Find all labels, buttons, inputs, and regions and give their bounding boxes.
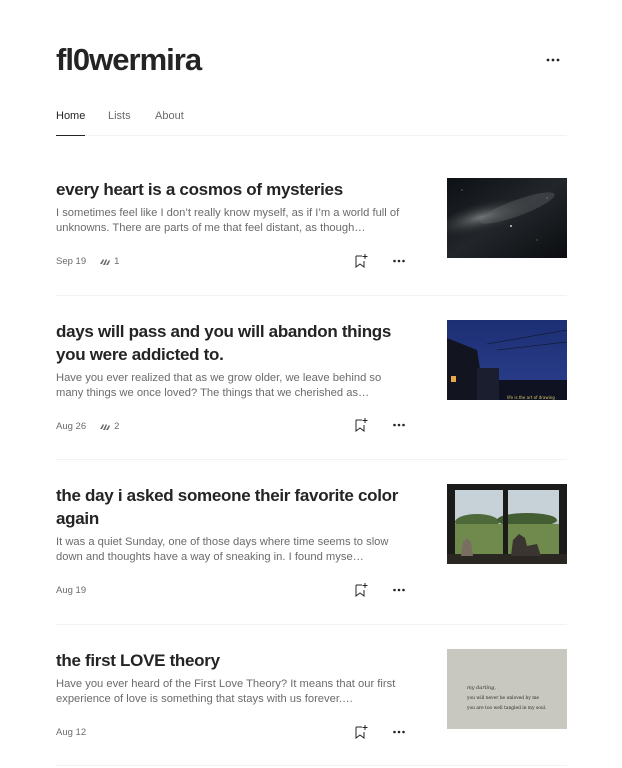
post-thumbnail-cats-at-window[interactable]	[447, 484, 567, 564]
note-line-1: my darling,	[467, 685, 496, 691]
clap-count: 2	[114, 420, 120, 432]
tab-home[interactable]: Home	[56, 110, 85, 122]
post-actions	[354, 417, 406, 433]
bookmark-add-icon[interactable]	[354, 417, 368, 433]
post-actions	[354, 253, 406, 269]
post-title[interactable]: every heart is a cosmos of mysteries	[56, 178, 416, 201]
post-actions	[354, 724, 406, 740]
post-date: Aug 12	[56, 726, 87, 738]
post-meta: Aug 26 2	[56, 419, 119, 433]
post-title[interactable]: the first LOVE theory	[56, 649, 416, 672]
clap-count: 1	[114, 255, 120, 267]
post-date: Sep 19	[56, 255, 87, 267]
post-item[interactable]: the first LOVE theory Have you ever hear…	[56, 625, 567, 766]
post-item[interactable]: the day i asked someone their favorite c…	[56, 460, 567, 625]
profile-tabs: Home Lists About	[56, 106, 567, 136]
post-excerpt[interactable]: Have you ever heard of the First Love Th…	[56, 677, 408, 707]
more-horizontal-icon[interactable]	[392, 583, 406, 597]
post-meta: Aug 19	[56, 583, 86, 597]
tab-about[interactable]: About	[155, 110, 184, 122]
clap-icon[interactable]	[98, 420, 111, 432]
post-excerpt[interactable]: It was a quiet Sunday, one of those days…	[56, 535, 408, 565]
more-horizontal-icon[interactable]	[546, 50, 560, 70]
post-item[interactable]: days will pass and you will abandon thin…	[56, 296, 567, 460]
post-title[interactable]: the day i asked someone their favorite c…	[56, 484, 416, 530]
active-tab-indicator	[56, 135, 85, 136]
clap-icon[interactable]	[98, 255, 111, 267]
note-line-2: you will never be unloved by me	[466, 696, 539, 701]
post-actions	[354, 582, 406, 598]
post-item[interactable]: every heart is a cosmos of mysteries I s…	[56, 164, 567, 296]
post-meta: Aug 12	[56, 725, 86, 739]
more-horizontal-icon[interactable]	[392, 725, 406, 739]
post-excerpt[interactable]: Have you ever realized that as we grow o…	[56, 371, 408, 401]
post-thumbnail-evening-street[interactable]: life is the art of drawing	[447, 320, 567, 400]
post-thumbnail-handwritten-note[interactable]: my darling, you will never be unloved by…	[447, 649, 567, 729]
more-horizontal-icon[interactable]	[392, 254, 406, 268]
post-meta: Sep 19 1	[56, 254, 119, 268]
bookmark-add-icon[interactable]	[354, 724, 368, 740]
post-title[interactable]: days will pass and you will abandon thin…	[56, 320, 416, 366]
post-excerpt[interactable]: I sometimes feel like I don’t really kno…	[56, 206, 408, 236]
post-date: Aug 26	[56, 420, 87, 432]
note-line-3: you are too well tangled in my soul.	[466, 706, 547, 711]
bookmark-add-icon[interactable]	[354, 582, 368, 598]
tab-lists[interactable]: Lists	[108, 110, 131, 122]
more-horizontal-icon[interactable]	[392, 418, 406, 432]
thumbnail-caption: life is the art of drawing	[507, 395, 555, 400]
post-date: Aug 19	[56, 584, 87, 596]
post-thumbnail-night-sky[interactable]	[447, 178, 567, 258]
blog-header: fl0wermira	[56, 40, 566, 80]
blog-title[interactable]: fl0wermira	[56, 40, 566, 80]
bookmark-add-icon[interactable]	[354, 253, 368, 269]
